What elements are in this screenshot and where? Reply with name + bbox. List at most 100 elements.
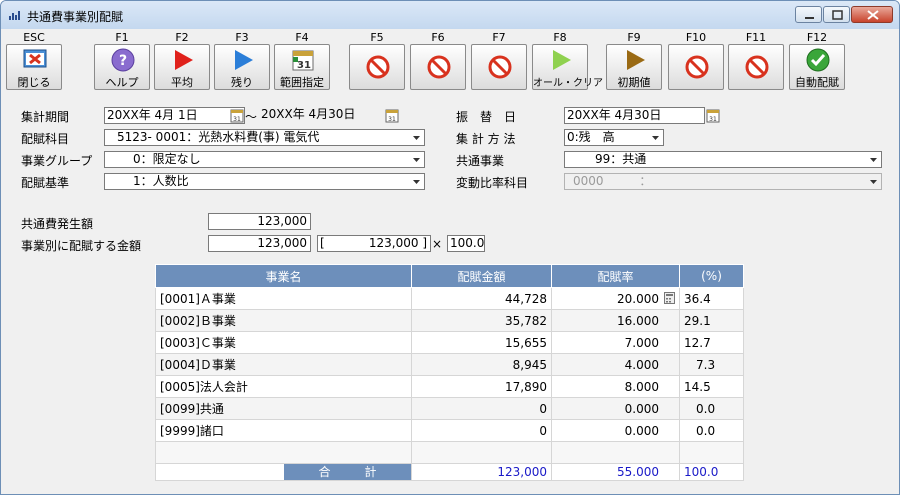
period-tilde: ～ bbox=[245, 110, 258, 124]
common-business-select[interactable]: 99：共通 bbox=[564, 151, 882, 168]
chevron-down-icon bbox=[413, 136, 420, 140]
fkey-f3: F3 残り bbox=[211, 29, 273, 93]
empty-cell bbox=[411, 441, 552, 464]
auto-allocate-button[interactable]: 自動配賦 bbox=[789, 44, 845, 90]
f10-disabled-button[interactable] bbox=[668, 44, 724, 90]
maximize-icon bbox=[832, 10, 843, 20]
initial-value-button[interactable]: 初期値 bbox=[606, 44, 662, 90]
close-button[interactable] bbox=[851, 6, 893, 23]
total-percent: 100.0 bbox=[679, 463, 744, 481]
remainder-button[interactable]: 残り bbox=[214, 44, 270, 90]
row-percent: 0.0 bbox=[679, 397, 744, 420]
check-icon bbox=[806, 48, 830, 72]
group-select[interactable]: 0：限定なし bbox=[104, 151, 425, 168]
variable-account-label: 変動比率科目 bbox=[456, 176, 529, 190]
calendar-picker-icon[interactable]: 31 bbox=[230, 108, 244, 123]
range-select-label: 範囲指定 bbox=[280, 76, 324, 89]
method-select[interactable]: 0:残 高 bbox=[564, 129, 664, 146]
calendar-icon: 31 bbox=[292, 50, 314, 71]
row-percent: 36.4 bbox=[679, 287, 744, 310]
chevron-down-icon bbox=[870, 180, 877, 184]
f11-disabled-button[interactable] bbox=[728, 44, 784, 90]
variable-account-select[interactable]: 0000 ： bbox=[564, 173, 882, 190]
disabled-icon bbox=[745, 55, 769, 79]
row-rate[interactable]: 0.000 bbox=[551, 419, 680, 442]
row-amount: 8,945 bbox=[411, 353, 552, 376]
table-row[interactable]: [0099]共通 0 0.000 0.0 bbox=[155, 397, 744, 420]
f7-disabled-button[interactable] bbox=[471, 44, 527, 90]
play-icon bbox=[235, 50, 253, 70]
close-icon bbox=[867, 10, 879, 20]
table-row[interactable]: [0005]法人会計 17,890 8.000 14.5 bbox=[155, 375, 744, 398]
header-business-name: 事業名 bbox=[155, 264, 412, 288]
fkey-f4-label: F4 bbox=[295, 31, 309, 44]
transfer-date-field[interactable]: 20XX年 4月30日 bbox=[564, 107, 705, 124]
table-row[interactable]: [0002]Ｂ事業 35,782 16.000 29.1 bbox=[155, 309, 744, 332]
group-label: 事業グループ bbox=[21, 154, 93, 168]
row-rate[interactable]: 0.000 bbox=[551, 397, 680, 420]
row-business-name: [0003]Ｃ事業 bbox=[155, 331, 412, 354]
basis-select[interactable]: 1：人数比 bbox=[104, 173, 425, 190]
row-rate[interactable]: 7.000 bbox=[551, 331, 680, 354]
average-button[interactable]: 平均 bbox=[154, 44, 210, 90]
row-business-name: [0001]Ａ事業 bbox=[155, 287, 412, 310]
allocation-rate-field[interactable]: 100.0 bbox=[447, 235, 485, 252]
all-clear-button[interactable]: オール・クリア bbox=[532, 44, 603, 90]
fkey-f6-label: F6 bbox=[431, 31, 445, 44]
fkey-f1: F1 ? ヘルプ bbox=[91, 29, 153, 93]
window-title: 共通費事業別配賦 bbox=[27, 10, 124, 24]
account-select[interactable]: 5123- 0001：光熱水料費(事) 電気代 bbox=[104, 129, 425, 146]
row-business-name: [9999]諸口 bbox=[155, 419, 412, 442]
row-rate[interactable]: 16.000 bbox=[551, 309, 680, 332]
row-rate-cell[interactable]: 20.000 bbox=[551, 287, 680, 310]
chevron-down-icon bbox=[652, 136, 659, 140]
range-select-button[interactable]: 31 範囲指定 bbox=[274, 44, 330, 90]
fkey-f1-label: F1 bbox=[115, 31, 129, 44]
allocation-amount-field[interactable]: 123,000 bbox=[208, 235, 311, 252]
table-row[interactable]: [0003]Ｃ事業 15,655 7.000 12.7 bbox=[155, 331, 744, 354]
app-window: 共通費事業別配賦 ESC 閉じる F1 ? ヘルプ F2 平均 F3 残り F4… bbox=[0, 0, 900, 495]
row-rate[interactable]: 8.000 bbox=[551, 375, 680, 398]
row-amount: 15,655 bbox=[411, 331, 552, 354]
fkey-f3-label: F3 bbox=[235, 31, 249, 44]
svg-text:31: 31 bbox=[233, 116, 241, 123]
chevron-down-icon bbox=[870, 158, 877, 162]
fkey-esc: ESC 閉じる bbox=[3, 29, 65, 93]
f5-disabled-button[interactable] bbox=[349, 44, 405, 90]
basis-label: 配賦基準 bbox=[21, 176, 70, 190]
remainder-label: 残り bbox=[231, 76, 253, 89]
row-business-name: [0004]Ｄ事業 bbox=[155, 353, 412, 376]
total-label-band: 合計 bbox=[284, 464, 411, 480]
variable-account-code: 0000 bbox=[573, 174, 604, 188]
calendar-picker-icon[interactable]: 31 bbox=[706, 108, 720, 123]
table-row-empty[interactable] bbox=[155, 441, 744, 464]
row-percent: 7.3 bbox=[679, 353, 744, 376]
common-amount-field[interactable]: 123,000 bbox=[208, 213, 311, 230]
table-row[interactable]: [9999]諸口 0 0.000 0.0 bbox=[155, 419, 744, 442]
maximize-button[interactable] bbox=[823, 6, 850, 23]
close-screen-button[interactable]: 閉じる bbox=[6, 44, 62, 90]
disabled-icon bbox=[488, 55, 512, 79]
fkey-f8: F8 オール・クリア bbox=[529, 29, 603, 93]
help-button[interactable]: ? ヘルプ bbox=[94, 44, 150, 90]
account-label: 配賦科目 bbox=[21, 132, 70, 146]
period-from-field[interactable]: 20XX年 4月 1日 bbox=[104, 107, 245, 124]
fkey-f12-label: F12 bbox=[806, 31, 828, 44]
minimize-button[interactable] bbox=[795, 6, 822, 23]
table-row[interactable]: [0004]Ｄ事業 8,945 4.000 7.3 bbox=[155, 353, 744, 376]
table-row[interactable]: [0001]Ａ事業 44,728 20.000 36.4 bbox=[155, 287, 744, 310]
period-to-field[interactable]: 20XX年 4月30日 bbox=[259, 107, 400, 124]
row-percent: 14.5 bbox=[679, 375, 744, 398]
account-value: 5123- 0001：光熱水料費(事) 電気代 bbox=[117, 130, 320, 144]
f6-disabled-button[interactable] bbox=[410, 44, 466, 90]
svg-text:31: 31 bbox=[297, 60, 311, 71]
calculator-icon[interactable] bbox=[664, 292, 675, 304]
method-label: 集 計 方 法 bbox=[456, 132, 516, 146]
row-rate[interactable]: 4.000 bbox=[551, 353, 680, 376]
allocation-bracket-field[interactable]: [ 123,000 ] bbox=[317, 235, 431, 252]
row-amount: 35,782 bbox=[411, 309, 552, 332]
calendar-picker-icon[interactable]: 31 bbox=[385, 108, 399, 123]
fkey-f9-label: F9 bbox=[627, 31, 641, 44]
auto-allocate-label: 自動配賦 bbox=[795, 76, 839, 89]
all-clear-label: オール・クリア bbox=[533, 78, 603, 89]
